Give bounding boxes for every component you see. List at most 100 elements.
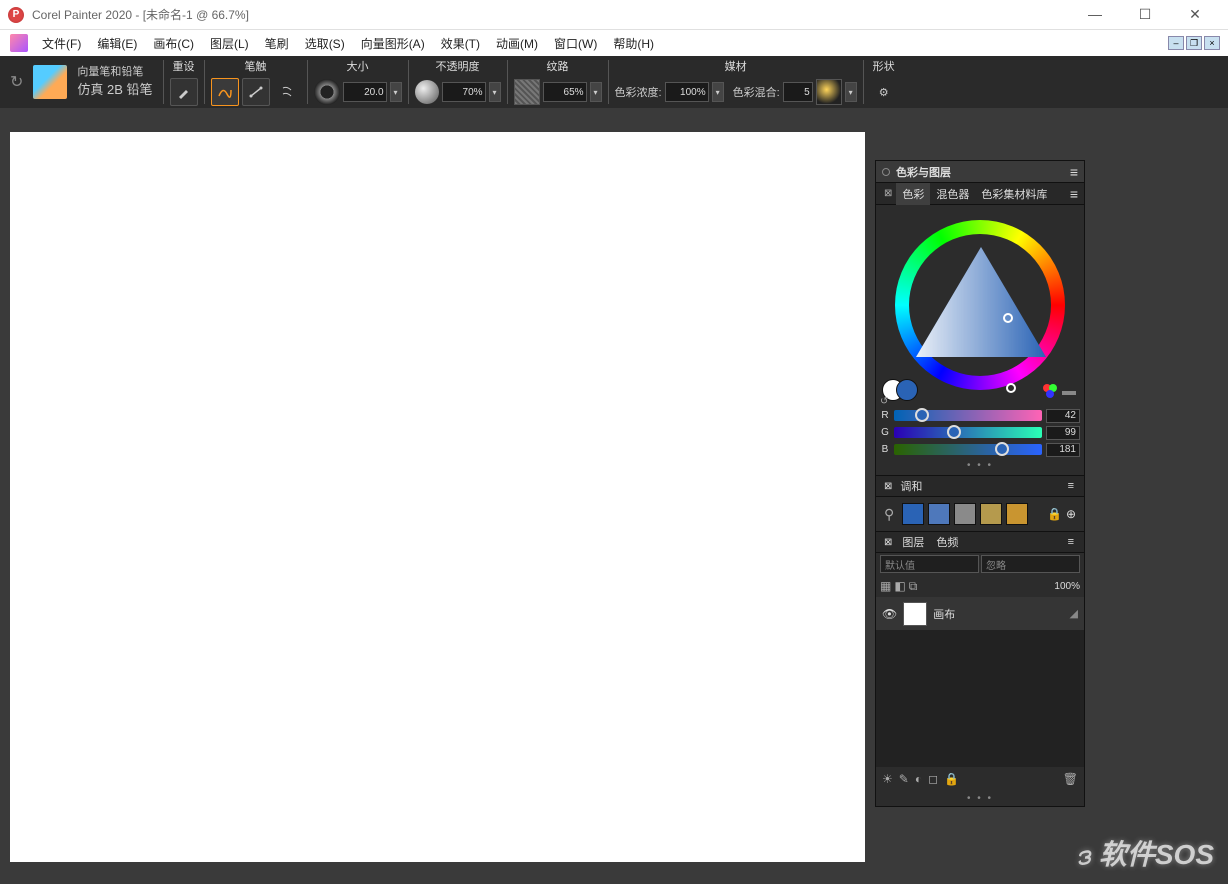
menu-window[interactable]: 窗口(W) bbox=[546, 33, 605, 54]
layers-menu-icon[interactable]: ≡ bbox=[1062, 536, 1080, 548]
canvas[interactable] bbox=[10, 132, 865, 862]
new-layer-icon[interactable]: ◻ bbox=[928, 772, 938, 786]
menu-effects[interactable]: 效果(T) bbox=[433, 33, 488, 54]
grain-texture-thumb[interactable] bbox=[514, 79, 540, 105]
opacity-indicator-icon[interactable] bbox=[415, 80, 439, 104]
swap-colors-icon[interactable]: ↺ bbox=[880, 396, 888, 407]
layer-link-icon[interactable]: ⧉ bbox=[909, 579, 918, 594]
b-slider[interactable] bbox=[894, 444, 1042, 455]
panel-resize-grip[interactable]: • • • bbox=[876, 791, 1084, 806]
media-thumb-icon[interactable] bbox=[816, 79, 842, 105]
color-tab-menu-icon[interactable]: ≡ bbox=[1064, 186, 1084, 202]
color-section-close-icon[interactable]: ⊠ bbox=[880, 188, 896, 199]
mdi-minimize-button[interactable]: – bbox=[1168, 36, 1184, 50]
size-indicator-icon[interactable] bbox=[314, 79, 340, 105]
temperature-icon[interactable] bbox=[1060, 381, 1078, 399]
sv-selector-handle[interactable] bbox=[1003, 313, 1013, 323]
menu-movie[interactable]: 动画(M) bbox=[488, 33, 546, 54]
brush-history-icon[interactable]: ↻ bbox=[10, 72, 23, 92]
tab-layers[interactable]: 图层 bbox=[896, 531, 930, 553]
grain-dropdown[interactable]: ▾ bbox=[590, 82, 602, 102]
harmony-tab[interactable]: 调和 bbox=[896, 478, 926, 494]
reset-brush-button[interactable] bbox=[170, 78, 198, 106]
size-dropdown[interactable]: ▾ bbox=[390, 82, 402, 102]
hue-selector-handle[interactable] bbox=[1006, 383, 1016, 393]
layer-transparency-icon[interactable]: ▦ bbox=[880, 579, 891, 594]
size-input[interactable]: 20.0 bbox=[343, 82, 387, 102]
harmony-add-icon[interactable]: ⊕ bbox=[1066, 507, 1076, 521]
media-dropdown[interactable]: ▾ bbox=[845, 82, 857, 102]
color-variation-icon[interactable] bbox=[1042, 383, 1058, 399]
menu-help[interactable]: 帮助(H) bbox=[605, 33, 662, 54]
layer-adjust-icon[interactable]: ✎ bbox=[899, 772, 909, 786]
layer-name[interactable]: 画布 bbox=[933, 606, 955, 622]
menu-layer[interactable]: 图层(L) bbox=[202, 33, 257, 54]
panel-menu-icon[interactable]: ≡ bbox=[1070, 164, 1078, 180]
menu-brush[interactable]: 笔刷 bbox=[257, 33, 297, 54]
layer-lock-icon[interactable]: 🔒 bbox=[944, 772, 959, 786]
menu-select[interactable]: 选取(S) bbox=[297, 33, 353, 54]
blend-option-select[interactable]: 忽略 bbox=[981, 555, 1080, 573]
saturation-input[interactable]: 100% bbox=[665, 82, 709, 102]
tab-mixer[interactable]: 混色器 bbox=[930, 183, 975, 205]
layer-eraser-icon[interactable]: ◢ bbox=[1070, 607, 1078, 620]
delete-layer-icon[interactable]: 🗑 bbox=[1063, 772, 1078, 786]
grain-input[interactable]: 65% bbox=[543, 82, 587, 102]
minimize-button[interactable]: — bbox=[1080, 6, 1110, 23]
dab-line-button[interactable] bbox=[242, 78, 270, 106]
tab-color[interactable]: 色彩 bbox=[896, 183, 930, 205]
menu-file[interactable]: 文件(F) bbox=[34, 33, 89, 54]
b-value[interactable]: 181 bbox=[1046, 443, 1080, 457]
prop-grain-label: 纹路 bbox=[547, 56, 569, 76]
brush-selector-thumb[interactable] bbox=[33, 65, 67, 99]
layers-header[interactable]: ⊠ 图层 色频 ≡ bbox=[876, 531, 1084, 553]
layer-mask-icon[interactable]: ◧ bbox=[894, 579, 905, 594]
close-button[interactable]: ✕ bbox=[1180, 6, 1210, 23]
saturation-label: 色彩浓度: bbox=[615, 84, 662, 100]
menu-shapes[interactable]: 向量图形(A) bbox=[353, 33, 433, 54]
harmony-swatch-1[interactable] bbox=[902, 503, 924, 525]
maximize-button[interactable]: ☐ bbox=[1130, 6, 1160, 23]
panel-header[interactable]: 色彩与图层 ≡ bbox=[876, 161, 1084, 183]
harmony-header[interactable]: ⊠ 调和 ≡ bbox=[876, 475, 1084, 497]
tab-colorset[interactable]: 色彩集材料库 bbox=[975, 183, 1053, 205]
harmony-swatch-4[interactable] bbox=[980, 503, 1002, 525]
mdi-close-button[interactable]: × bbox=[1204, 36, 1220, 50]
opacity-dropdown[interactable]: ▾ bbox=[489, 82, 501, 102]
layer-mask-add-icon[interactable]: ◐ bbox=[915, 772, 922, 786]
harmony-close-icon[interactable]: ⊠ bbox=[880, 481, 896, 492]
harmony-swatch-3[interactable] bbox=[954, 503, 976, 525]
mdi-restore-button[interactable]: ❐ bbox=[1186, 36, 1202, 50]
slider-grip-icon[interactable]: • • • bbox=[880, 458, 1080, 473]
tab-channels[interactable]: 色频 bbox=[930, 531, 964, 553]
blend-input[interactable]: 5 bbox=[783, 82, 813, 102]
harmony-menu-icon[interactable]: ≡ bbox=[1062, 480, 1080, 492]
layer-item-canvas[interactable]: 👁 画布 ◢ bbox=[876, 597, 1084, 631]
shape-settings-button[interactable]: ⚙ bbox=[870, 78, 898, 106]
primary-color-swatch[interactable] bbox=[896, 379, 918, 401]
harmony-lock-icon[interactable]: 🔒 bbox=[1047, 507, 1062, 521]
harmony-link-icon[interactable]: ⚲ bbox=[884, 506, 894, 523]
brush-variant[interactable]: 仿真 2B 铅笔 bbox=[77, 81, 152, 99]
layers-close-icon[interactable]: ⊠ bbox=[880, 537, 896, 548]
g-slider[interactable] bbox=[894, 427, 1042, 438]
dab-align-button[interactable] bbox=[273, 78, 301, 106]
layer-opacity-value[interactable]: 100% bbox=[1054, 581, 1080, 592]
layer-effects-icon[interactable]: ☀ bbox=[882, 772, 893, 786]
opacity-input[interactable]: 70% bbox=[442, 82, 486, 102]
brush-category[interactable]: 向量笔和铅笔 bbox=[77, 65, 152, 80]
color-layer-panel: 色彩与图层 ≡ ⊠ 色彩 混色器 色彩集材料库 ≡ ↺ R 42 G bbox=[875, 160, 1085, 807]
menu-canvas[interactable]: 画布(C) bbox=[145, 33, 202, 54]
r-value[interactable]: 42 bbox=[1046, 409, 1080, 423]
blend-mode-select[interactable]: 默认值 bbox=[880, 555, 979, 573]
harmony-swatch-2[interactable] bbox=[928, 503, 950, 525]
layer-visibility-icon[interactable]: 👁 bbox=[882, 607, 897, 621]
color-wheel[interactable]: ↺ bbox=[876, 205, 1084, 405]
g-value[interactable]: 99 bbox=[1046, 426, 1080, 440]
r-slider[interactable] bbox=[894, 410, 1042, 421]
saturation-dropdown[interactable]: ▾ bbox=[712, 82, 724, 102]
menu-edit[interactable]: 编辑(E) bbox=[89, 33, 145, 54]
harmony-swatch-5[interactable] bbox=[1006, 503, 1028, 525]
dab-freehand-button[interactable] bbox=[211, 78, 239, 106]
panel-collapse-icon[interactable] bbox=[882, 168, 890, 176]
